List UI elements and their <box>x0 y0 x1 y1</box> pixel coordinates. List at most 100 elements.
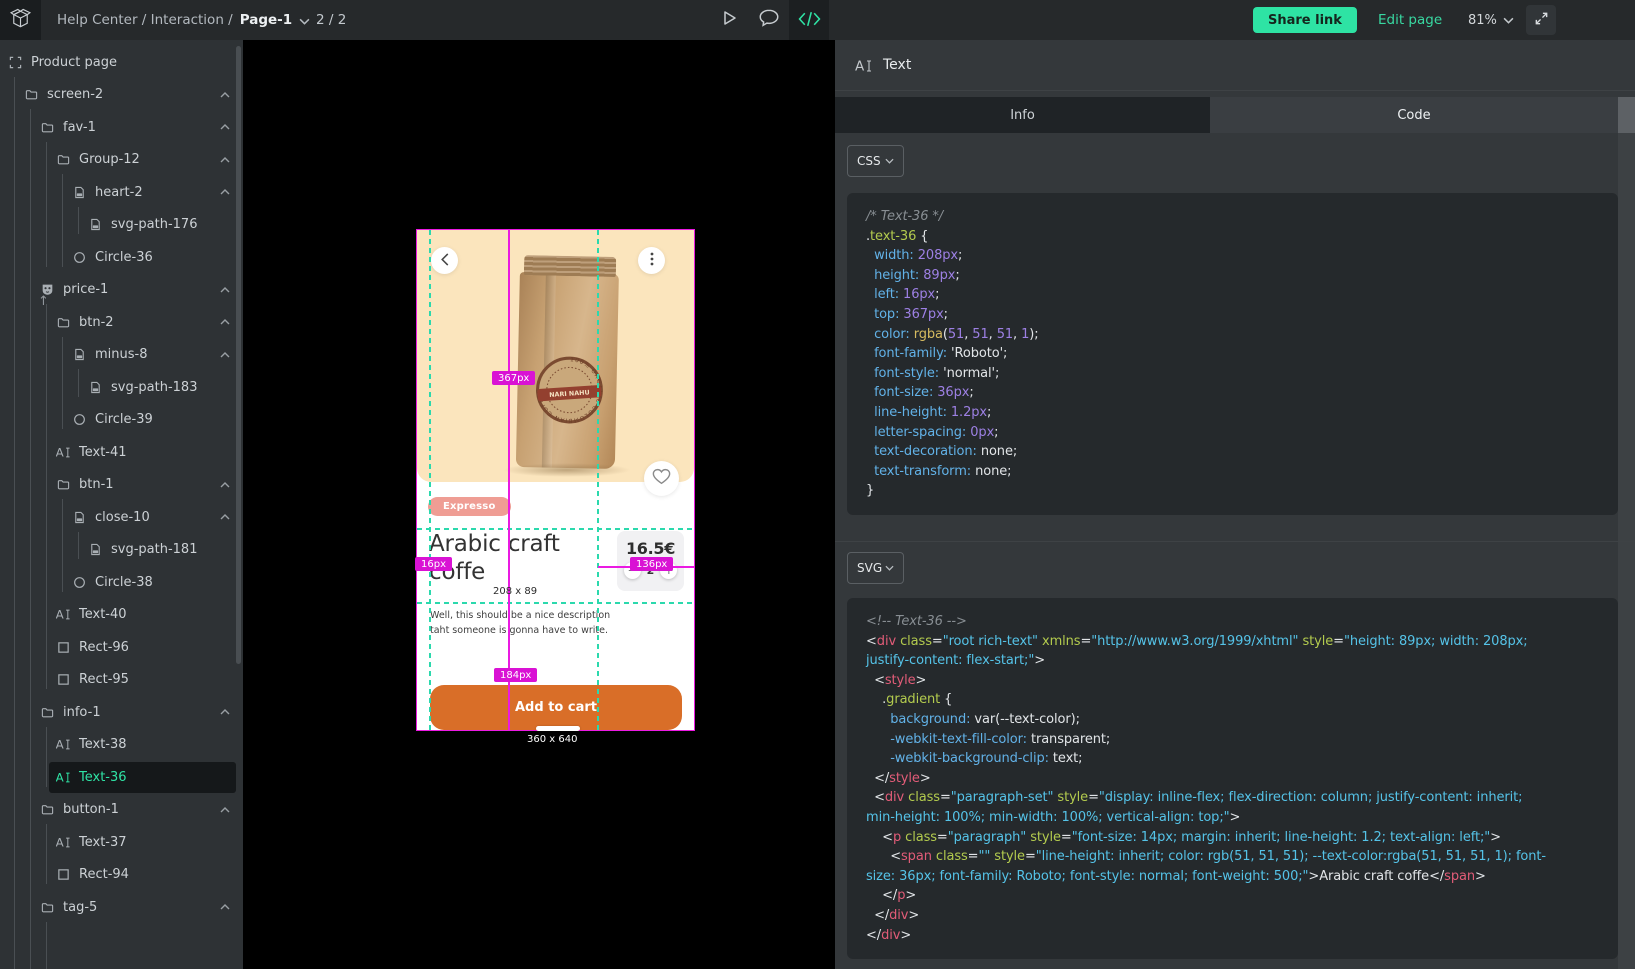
layer-item-price-1[interactable]: price-1↑ <box>0 274 243 307</box>
layer-item-button-1[interactable]: button-1 <box>0 794 243 827</box>
product-hero: 100% ORGANIC COLOMBIAN COFFEE NARI NAHU <box>417 230 694 482</box>
text-icon: A <box>56 770 70 784</box>
layer-label: price-1 <box>63 282 108 297</box>
svg-file-icon <box>88 218 102 232</box>
breadcrumb[interactable]: Help Center / Interaction / Page-1 <box>57 0 310 40</box>
layer-item-text-38[interactable]: AText-38 <box>0 729 243 762</box>
svg-language-dropdown[interactable]: SVG <box>847 552 904 584</box>
chevron-up-icon[interactable] <box>220 157 230 163</box>
app-logo[interactable] <box>0 0 41 40</box>
heart-icon <box>652 468 671 489</box>
favorite-button[interactable] <box>644 461 679 496</box>
back-button[interactable] <box>431 247 458 274</box>
css-language-dropdown[interactable]: CSS <box>847 145 904 177</box>
layer-label: Circle-38 <box>95 575 153 590</box>
tree-indent-guide <box>78 369 79 397</box>
layer-item-svg-path-181[interactable]: svg-path-181 <box>0 534 243 567</box>
layer-item-circle-36[interactable]: Circle-36 <box>0 241 243 274</box>
inspector-panel: A Text Info Code CSS /* Text-36 */.text-… <box>835 40 1635 969</box>
chevron-up-icon[interactable] <box>220 287 230 293</box>
chevron-up-icon[interactable] <box>220 904 230 910</box>
layer-item-svg-path-183[interactable]: svg-path-183 <box>0 371 243 404</box>
svg-file-icon <box>72 348 86 362</box>
folder-icon <box>40 900 54 914</box>
chevron-up-icon[interactable] <box>220 807 230 813</box>
layer-label: btn-2 <box>79 315 114 330</box>
layer-label: Text-38 <box>79 737 127 752</box>
chevron-up-icon[interactable] <box>220 352 230 358</box>
layer-label: Group-12 <box>79 152 140 167</box>
zoom-level-control[interactable]: 81% <box>1468 0 1514 40</box>
layer-item-rect-96[interactable]: Rect-96 <box>0 631 243 664</box>
layer-label: fav-1 <box>63 120 96 135</box>
layer-item-btn-1[interactable]: btn-1 <box>0 469 243 502</box>
layer-label: btn-1 <box>79 477 114 492</box>
layer-item-fav-1[interactable]: fav-1 <box>0 111 243 144</box>
layer-item-rect-94[interactable]: Rect-94 <box>0 859 243 892</box>
layer-item-text-40[interactable]: AText-40 <box>0 599 243 632</box>
layer-item-btn-2[interactable]: btn-2 <box>0 306 243 339</box>
sidebar-scrollbar[interactable] <box>236 46 241 664</box>
share-link-button[interactable]: Share link <box>1253 7 1357 33</box>
divider <box>835 90 1635 91</box>
layer-item-heart-2[interactable]: heart-2 <box>0 176 243 209</box>
layer-item-circle-39[interactable]: Circle-39 <box>0 404 243 437</box>
code-line: -webkit-background-clip: text; <box>866 749 1599 769</box>
code-line: left: 16px; <box>866 285 1599 305</box>
layer-item-rect-95[interactable]: Rect-95 <box>0 664 243 697</box>
tab-code[interactable]: Code <box>1210 97 1618 133</box>
inspector-header: A Text <box>835 40 1635 90</box>
chevron-up-icon[interactable] <box>220 189 230 195</box>
tree-indent-guide <box>46 922 47 969</box>
panel-scrollbar[interactable] <box>1618 97 1635 969</box>
code-line: .gradient { <box>866 690 1599 710</box>
layer-item-screen-2[interactable]: screen-2 <box>0 79 243 112</box>
layer-label: info-1 <box>63 705 101 720</box>
fullscreen-button[interactable] <box>1526 5 1556 35</box>
code-line: text-decoration: none; <box>866 442 1599 462</box>
code-line: font-style: 'normal'; <box>866 364 1599 384</box>
comments-button[interactable] <box>749 0 789 40</box>
code-view-button[interactable] <box>789 0 829 40</box>
layer-item-tag-5[interactable]: tag-5 <box>0 891 243 924</box>
chevron-up-icon[interactable] <box>220 709 230 715</box>
folder-icon <box>40 803 54 817</box>
chevron-up-icon[interactable] <box>220 482 230 488</box>
measurement-left: 16px <box>415 557 452 571</box>
layer-item-circle-38[interactable]: Circle-38 <box>0 566 243 599</box>
chevron-down-icon[interactable] <box>299 18 310 25</box>
edit-page-link[interactable]: Edit page <box>1378 0 1442 40</box>
code-line: <style> <box>866 671 1599 691</box>
add-to-cart-button[interactable]: Add to cart <box>430 685 682 730</box>
bag-shadow <box>503 463 631 477</box>
layer-item-product page[interactable]: Product page <box>0 46 243 79</box>
chevron-up-icon[interactable] <box>220 92 230 98</box>
measurement-top: 367px <box>492 371 535 385</box>
back-chevron-icon <box>441 251 449 270</box>
layer-item-svg-path-176[interactable]: svg-path-176 <box>0 209 243 242</box>
code-line: font-size: 36px; <box>866 383 1599 403</box>
layer-item-minus-8[interactable]: minus-8 <box>0 339 243 372</box>
tab-info[interactable]: Info <box>835 97 1210 133</box>
layer-item-group-12[interactable]: Group-12 <box>0 144 243 177</box>
layer-item-info-1[interactable]: info-1 <box>0 696 243 729</box>
chevron-up-icon[interactable] <box>220 514 230 520</box>
code-line: } <box>866 481 1599 501</box>
panel-scrollbar-thumb[interactable] <box>1618 97 1635 133</box>
layer-item-text-41[interactable]: AText-41 <box>0 436 243 469</box>
layer-label: tag-5 <box>63 900 97 915</box>
code-line: /* Text-36 */ <box>866 207 1599 227</box>
layer-item-text-37[interactable]: AText-37 <box>0 826 243 859</box>
code-line: line-height: 1.2px; <box>866 403 1599 423</box>
chevron-down-icon <box>885 158 894 164</box>
canvas[interactable]: 100% ORGANIC COLOMBIAN COFFEE NARI NAHU <box>243 40 835 969</box>
chevron-up-icon[interactable] <box>220 319 230 325</box>
play-button[interactable] <box>709 0 749 40</box>
layer-item-text-36[interactable]: AText-36 <box>0 761 243 794</box>
layer-item-close-10[interactable]: close-10 <box>0 501 243 534</box>
code-line: height: 89px; <box>866 266 1599 286</box>
chevron-up-icon[interactable] <box>220 124 230 130</box>
chevron-down-icon <box>1503 17 1514 24</box>
more-menu-button[interactable] <box>638 247 665 274</box>
layer-label: svg-path-176 <box>111 217 197 232</box>
